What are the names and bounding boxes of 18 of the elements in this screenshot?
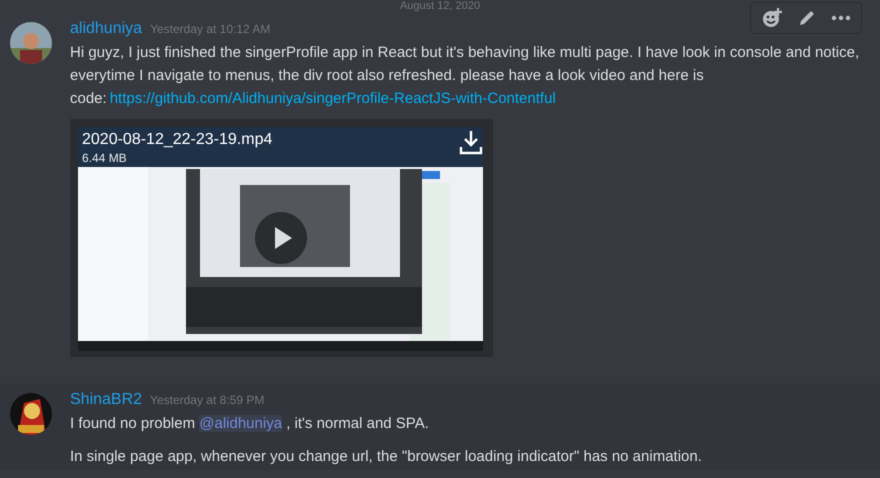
pencil-icon[interactable] xyxy=(797,8,817,28)
date-divider: August 12, 2020 xyxy=(400,0,480,12)
message-text: I found no problem @alidhuniya , it's normal and SPA. xyxy=(70,414,430,434)
username[interactable]: alidhuniya xyxy=(70,20,142,38)
message-text: Hi guyz, I just finished the singerProfile app in React but it's behaving like multi page. I have look in console and notice, everytime I navigate to menus, the div root also refreshed. please have a look video and here is code: https://github.com/Alidhuniya/singerProfile-ReactJS-with-Contentful xyxy=(70,43,860,109)
timestamp: Yesterday at 8:59 PM xyxy=(150,393,264,407)
message-text: In single page app, whenever you change url, the "browser loading indicator" has no animation. xyxy=(70,447,703,467)
download-icon[interactable] xyxy=(459,129,483,155)
user-mention[interactable]: @alidhuniya xyxy=(199,415,282,432)
username[interactable]: ShinaBR2 xyxy=(70,391,142,409)
more-icon[interactable] xyxy=(831,15,851,21)
file-size: 6.44 MB xyxy=(82,151,127,165)
link[interactable]: https://github.com/Alidhuniya/singerProfile-ReactJS-with-Contentful xyxy=(110,90,556,107)
timestamp: Yesterday at 10:12 AM xyxy=(150,22,270,36)
avatar[interactable] xyxy=(10,393,52,435)
file-name: 2020-08-12_22-23-19.mp4 xyxy=(82,131,272,149)
add-reaction-icon[interactable] xyxy=(761,7,783,29)
play-button[interactable] xyxy=(255,212,307,264)
